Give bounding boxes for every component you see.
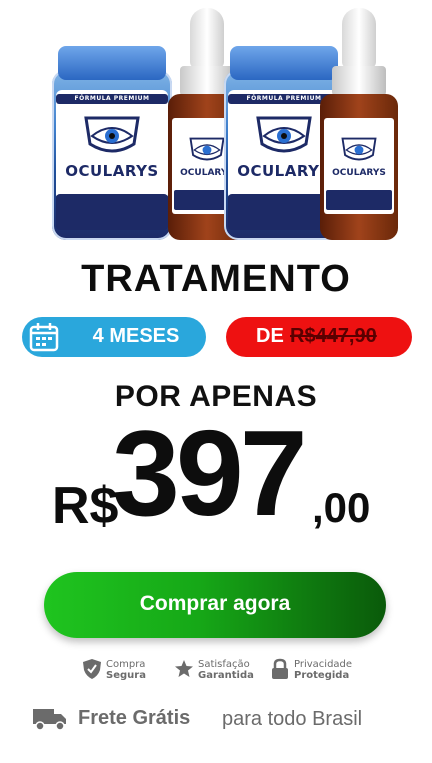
offer-title: TRATAMENTO — [81, 258, 351, 300]
trust-line1: Compra — [106, 659, 146, 670]
eye-logo-icon — [256, 116, 312, 153]
old-price: R$447,90 — [290, 325, 377, 347]
eye-logo-icon — [341, 137, 377, 161]
calendar-icon — [29, 323, 59, 352]
free-shipping: Frete Grátis para todo Brasil — [0, 702, 432, 738]
buy-now-label: Comprar agora — [139, 592, 291, 615]
eye-logo-icon — [84, 116, 140, 153]
lock-icon — [272, 658, 288, 679]
dropper-brand: OCULARYS — [332, 168, 386, 178]
trust-line1: Satisfação — [198, 659, 250, 670]
eye-logo-icon — [189, 137, 225, 161]
jar-band-text: FÓRMULA PREMIUM — [74, 95, 150, 102]
jar-brand: OCULARYS — [65, 162, 159, 180]
price-whole: 397 — [112, 405, 308, 541]
dropper-bottle: OCULARYS — [320, 8, 398, 240]
duration-text: 4 MESES — [92, 325, 180, 347]
old-price-pill: DE R$447,90 — [226, 317, 412, 357]
trust-line1: Privacidade — [294, 659, 353, 670]
price: R$ 397 ,00 — [0, 410, 432, 540]
duration-pill: 4 MESES — [22, 317, 206, 357]
trust-line2: Garantida — [198, 670, 254, 681]
buy-now-button[interactable]: Comprar agora — [44, 572, 386, 638]
shield-check-icon — [83, 659, 101, 679]
old-price-prefix: DE — [256, 325, 284, 347]
trust-badges: Compra Segura Satisfação Garantida Priva… — [0, 656, 432, 686]
trust-line2: Protegida — [294, 670, 350, 681]
trust-line2: Segura — [106, 670, 146, 681]
shipping-rest: para todo Brasil — [222, 708, 363, 730]
shipping-strong: Frete Grátis — [78, 707, 191, 729]
truck-icon — [33, 709, 66, 731]
price-cents: ,00 — [312, 484, 371, 531]
product-image: FÓRMULA PREMIUM OCULARYS OCULARYS FÓRMUL… — [40, 0, 400, 250]
price-currency: R$ — [52, 477, 119, 535]
star-badge-icon — [175, 660, 193, 677]
capsule-jar: FÓRMULA PREMIUM OCULARYS — [52, 46, 172, 240]
